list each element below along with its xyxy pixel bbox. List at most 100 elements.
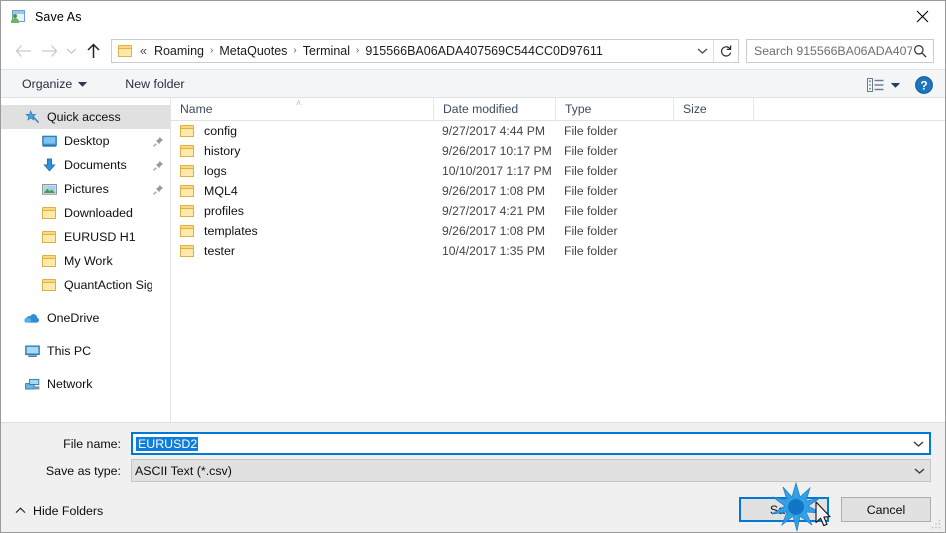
chevron-down-icon (891, 82, 900, 88)
address-bar[interactable]: « Roaming › MetaQuotes › Terminal › 9155… (111, 38, 739, 63)
sidebar-item-this-pc[interactable]: This PC (1, 339, 170, 363)
search-input[interactable]: Search 915566BA06ADA40756... (754, 44, 912, 58)
dialog-footer: Hide Folders Save Cancel (1, 489, 945, 532)
hide-folders-button[interactable]: Hide Folders (15, 504, 103, 518)
cell-type: File folder (564, 204, 618, 218)
filename-input[interactable]: EURUSD2 (131, 432, 931, 455)
table-row[interactable]: tester 10/4/2017 1:35 PM File folder (171, 241, 945, 261)
navigation-pane: Quick access Desktop Documents Pictures … (1, 98, 171, 422)
folder-icon (180, 184, 195, 198)
pin-icon[interactable] (152, 136, 164, 147)
toolbar-right-group: ? (864, 70, 933, 99)
breadcrumb-overflow[interactable]: « (134, 42, 149, 60)
folder-icon (41, 205, 57, 221)
column-header-type[interactable]: Type (555, 98, 673, 120)
folder-icon (180, 204, 195, 218)
chevron-down-icon (914, 467, 924, 474)
sidebar-item-label: Desktop (64, 134, 110, 148)
save-button[interactable]: Save (739, 497, 829, 522)
command-toolbar: Organize New folder ? (1, 69, 945, 98)
column-header-filler (753, 98, 945, 120)
filename-dropdown-button[interactable] (907, 440, 929, 448)
up-button[interactable] (80, 38, 106, 64)
sidebar-item-quick-access[interactable]: Quick access (1, 105, 170, 129)
sidebar-item-quantaction-signal[interactable]: QuantAction Signal (1, 273, 170, 297)
chevron-down-icon (697, 48, 707, 54)
help-icon: ? (915, 75, 933, 94)
table-row[interactable]: logs 10/10/2017 1:17 PM File folder (171, 161, 945, 181)
cell-name: MQL4 (171, 184, 433, 198)
sidebar-item-my-work[interactable]: My Work (1, 249, 170, 273)
window-title: Save As (35, 9, 82, 24)
back-button[interactable] (10, 38, 36, 64)
desktop-icon (41, 133, 57, 149)
view-options-button[interactable] (864, 76, 903, 94)
cell-type: File folder (564, 244, 618, 258)
cell-date-modified: 9/26/2017 1:08 PM (442, 184, 545, 198)
svg-text:?: ? (920, 78, 927, 92)
close-button[interactable] (899, 1, 945, 32)
chevron-down-icon (78, 81, 88, 87)
sidebar-item-eurusd-h1[interactable]: EURUSD H1 (1, 225, 170, 249)
cell-type: File folder (564, 144, 618, 158)
chevron-down-icon (913, 440, 923, 447)
column-headers: Name ˄ Date modified Type Size (171, 98, 945, 121)
column-label-type: Type (565, 102, 592, 116)
help-button[interactable]: ? (915, 75, 933, 94)
table-row[interactable]: profiles 9/27/2017 4:21 PM File folder (171, 201, 945, 221)
breadcrumb-item-metaquotes[interactable]: MetaQuotes (214, 42, 292, 60)
resize-grip-icon[interactable] (930, 518, 942, 530)
breadcrumb-item-roaming[interactable]: Roaming (149, 42, 209, 60)
breadcrumb-item-terminal[interactable]: Terminal (298, 42, 355, 60)
sidebar-item-label: This PC (47, 344, 92, 358)
chevron-down-icon (66, 48, 76, 54)
dialog-body: Quick access Desktop Documents Pictures … (1, 98, 945, 422)
pin-icon[interactable] (152, 184, 164, 195)
recent-locations-button[interactable] (62, 38, 80, 64)
close-icon (916, 10, 928, 23)
pin-icon[interactable] (152, 160, 164, 171)
sidebar-item-network[interactable]: Network (1, 372, 170, 396)
cancel-button[interactable]: Cancel (841, 497, 931, 522)
table-row[interactable]: templates 9/26/2017 1:08 PM File folder (171, 221, 945, 241)
savetype-select[interactable]: ASCII Text (*.csv) (131, 459, 931, 482)
table-row[interactable]: history 9/26/2017 10:17 PM File folder (171, 141, 945, 161)
organize-button[interactable]: Organize (17, 74, 92, 94)
table-row[interactable]: config 9/27/2017 4:44 PM File folder (171, 121, 945, 141)
star-pin-icon (24, 109, 40, 125)
address-dropdown-button[interactable] (691, 40, 713, 62)
column-header-name[interactable]: Name ˄ (171, 98, 433, 120)
sidebar-item-onedrive[interactable]: OneDrive (1, 306, 170, 330)
cell-date-modified: 9/27/2017 4:44 PM (442, 124, 545, 138)
title-bar: Save As (1, 1, 945, 32)
breadcrumb-item-instance[interactable]: 915566BA06ADA407569C544CC0D97611 (360, 42, 607, 60)
file-name: templates (204, 224, 258, 238)
sidebar-item-documents[interactable]: Documents (1, 153, 170, 177)
this-pc-icon (24, 343, 40, 359)
sidebar-item-downloaded[interactable]: Downloaded (1, 201, 170, 225)
refresh-button[interactable] (714, 40, 738, 62)
search-icon[interactable] (912, 44, 928, 58)
sidebar-item-label: Pictures (64, 182, 109, 196)
save-form: File name: EURUSD2 Save as type: ASCII T… (1, 422, 945, 489)
new-folder-button[interactable]: New folder (120, 74, 189, 94)
sidebar-item-desktop[interactable]: Desktop (1, 129, 170, 153)
sidebar-item-label: OneDrive (47, 311, 100, 325)
documents-icon (41, 157, 57, 173)
forward-button[interactable] (36, 38, 62, 64)
table-row[interactable]: MQL4 9/26/2017 1:08 PM File folder (171, 181, 945, 201)
cell-date-modified: 9/26/2017 10:17 PM (442, 144, 552, 158)
search-icon-glyph (914, 44, 927, 57)
onedrive-icon (24, 310, 40, 326)
savetype-row: Save as type: ASCII Text (*.csv) (15, 459, 931, 482)
column-header-size[interactable]: Size (673, 98, 753, 120)
search-box[interactable]: Search 915566BA06ADA40756... (746, 38, 934, 63)
sidebar-item-label: EURUSD H1 (64, 230, 136, 244)
column-header-date-modified[interactable]: Date modified (433, 98, 555, 120)
savetype-dropdown-button[interactable] (908, 467, 930, 475)
sidebar-item-pictures[interactable]: Pictures (1, 177, 170, 201)
sidebar-item-label: QuantAction Signal (64, 278, 152, 292)
folder-icon (41, 229, 57, 245)
